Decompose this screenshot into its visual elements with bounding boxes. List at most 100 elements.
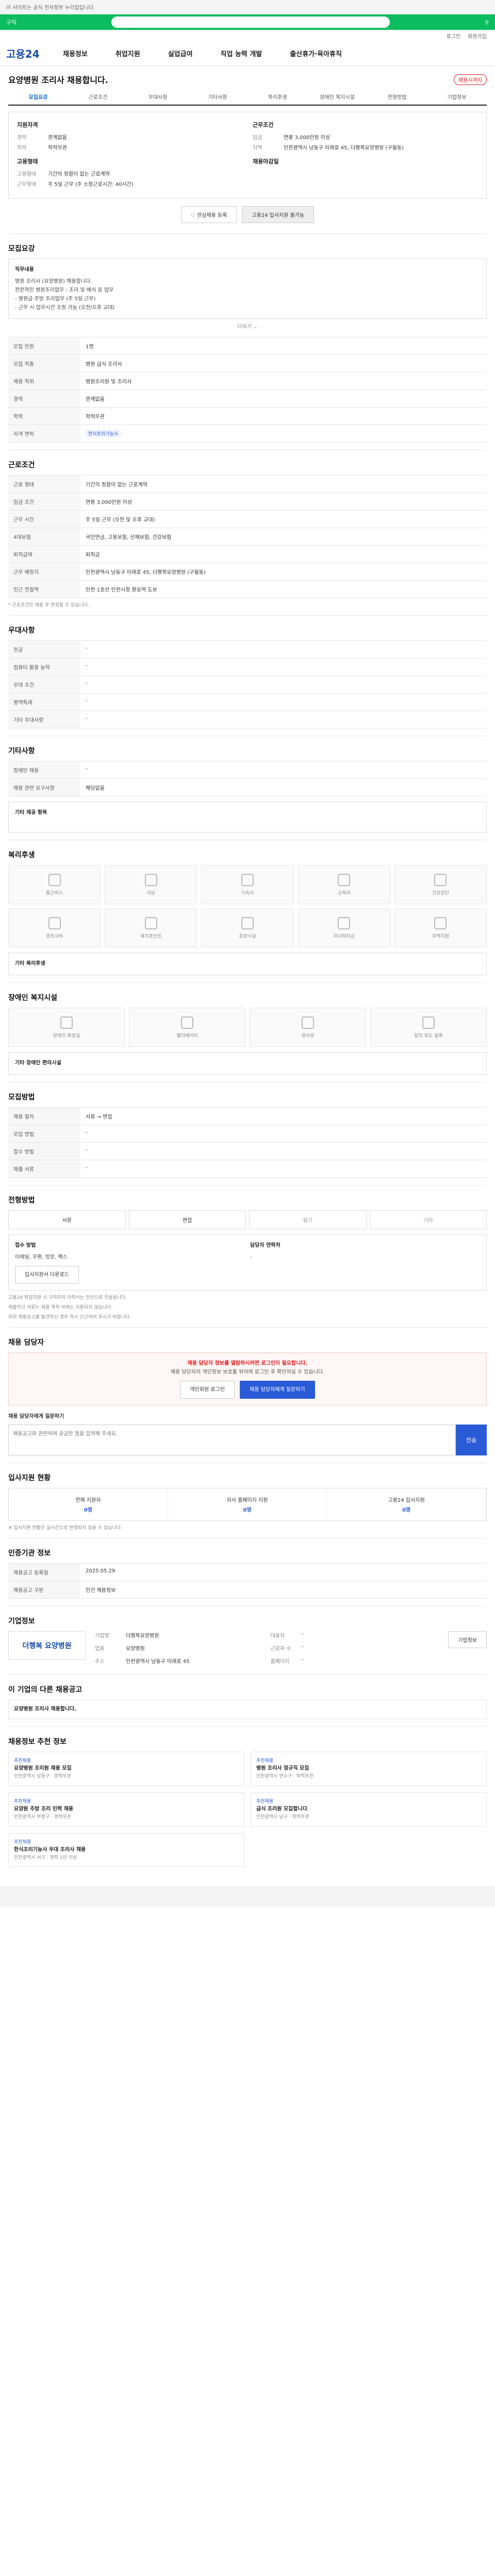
nav-item[interactable]: 취업지원 [116,48,140,58]
row-value: - [80,1142,487,1160]
gov-notice-text: 이 사이트는 공식 전자정부 누리집입니다. [6,5,95,11]
company-value: - [301,1631,304,1637]
row-value: 학력무관 [80,407,487,425]
welfare-item: 휴양시설 [201,908,294,947]
point-icon [144,917,157,929]
table-row: 장애인 채용 - [8,761,487,779]
table-row: 근무 예정지 인천광역시 남동구 미래로 45, 더행복요양병원 (구월동) [8,563,487,581]
company-info: 기업명 더행복요양병원 대표자 - 업종 요양병원 근로자 수 - 주소 인천광역시 남동… [95,1631,439,1667]
welfare-item: 복지포인트 [105,908,197,947]
table-row: 4대보험 국민연금, 고용보험, 산재보험, 건강보험 [8,528,487,546]
company-more-button[interactable]: 기업정보 [448,1631,487,1648]
company-key: 업종 [95,1646,105,1652]
row-value: 연봉 3,000만원 이상 [80,493,487,511]
table-row: 근무 시간 주 5일 근무 (오전 및 오후 교대) [8,510,487,528]
stats-box: 전체 지원자 0명 자사 홈페이지 지원 0명 고용24 입사지원 0명 [8,1488,487,1521]
site-logo[interactable]: 고용24 [6,46,63,61]
table-row: 채용 관련 요구사항 해당없음 [8,778,487,796]
section-stats: 입사지원 현황 전체 지원자 0명 자사 홈페이지 지원 0명 고용24 입사지원 0… [8,1463,487,1538]
more-button[interactable]: 더보기 ⌄ [8,322,487,330]
braille-icon [422,1016,435,1029]
selection-note: 고용24 취업지원 시 구직자의 이력서는 전산으로 전송됩니다. [8,1295,127,1300]
tab-disabled[interactable]: 장애인 복지시설 [307,89,367,105]
summary-heading: 근무조건 [253,122,274,128]
welfare-item: 자녀학자금 [298,908,390,947]
search-icon[interactable]: ⚲ [485,19,489,26]
tab-selection[interactable]: 전형방법 [367,89,427,105]
login-button[interactable]: 개인회원 로그인 [180,1381,235,1399]
alert-body: 채용 담당자의 개인정보 보호를 위하여 로그인 후 확인하실 수 있습니다. [170,1369,325,1375]
section-job-info: 인증기관 정보 채용공고 등록일 2025.05.29 채용공고 구분 민간 채용정… [8,1538,487,1606]
card-title: 요양병원 조리원 채용 모집 [14,1766,72,1772]
school-icon [338,917,351,929]
disabled-label: 점자 유도 블록 [414,1033,443,1039]
download-button[interactable]: 입사지원서 다운로드 [15,1266,79,1284]
section-heading: 근로조건 [8,461,35,469]
disabled-item: 점자 유도 블록 [370,1008,487,1047]
list-item[interactable]: 추천채용 요양병원 조리원 채용 모집 인천광역시 남동구 · 경력무관 [8,1752,244,1786]
card-meta: 인천광역시 남구 · 학력무관 [256,1815,309,1820]
welfare-label: 교육비 [337,890,351,896]
tab-company[interactable]: 기업정보 [427,89,487,105]
company-logo: 더행복 요양병원 [8,1631,86,1660]
welfare-label: 기숙사 [241,890,254,896]
list-item[interactable]: 추천채용 요양원 주방 조리 인력 채용 인천광역시 부평구 · 경력무관 [8,1792,244,1827]
card-category: 추천채용 [14,1839,31,1845]
apply-button[interactable]: 고용24 입사지원 불가능 [242,206,315,223]
scrap-button[interactable]: ♡ 관심채용 등록 [180,206,237,223]
company-value: 더행복요양병원 [126,1633,159,1639]
nav-item[interactable]: 실업급여 [168,48,193,58]
summary-heading: 고용형태 [17,158,38,165]
section-etc: 기타사항 장애인 채용 - 채용 관련 요구사항 해당없음 기타 제공 항목 [8,736,487,840]
section-heading: 복리후생 [8,851,35,859]
stat-label: 전체 지원자 [75,1498,101,1503]
tab-welfare[interactable]: 복리후생 [248,89,307,105]
nav-item[interactable]: 직업 능력 개발 [221,48,262,58]
row-label: 경력 [8,389,80,408]
qa-send-button[interactable]: 전송 [456,1425,487,1455]
section-heading: 인증기관 정보 [8,1549,51,1557]
nav-item[interactable]: 출산휴가·육아휴직 [290,48,342,58]
welfare-extra-label: 기타 복리후생 [15,961,45,967]
summary-heading: 지원자격 [17,122,38,128]
row-value: 서류 → 면접 [80,1107,487,1125]
tab-recruit[interactable]: 모집요강 [8,89,68,105]
list-item[interactable]: 요양병원 조리사 채용합니다. [8,1700,487,1719]
join-link[interactable]: 회원가입 [468,32,487,40]
gift-icon [48,917,61,929]
section-recruit: 모집요강 직무내용 병원 조리사 (요양병원) 채용합니다. 전문적인 병원조리… [8,233,487,450]
stat-label: 고용24 입사지원 [388,1498,425,1503]
card-category: 추천채용 [14,1799,31,1804]
welfare-label: 휴양시설 [239,934,256,939]
conditions-table: 근로 형태 기간의 정함이 없는 근로계약 임금 조건 연봉 3,000만원 이상 … [8,475,487,598]
tab-conditions[interactable]: 근로조건 [68,89,128,105]
company-key: 주소 [95,1659,105,1665]
list-item[interactable]: 추천채용 급식 조리원 모집합니다 인천광역시 남구 · 학력무관 [251,1792,487,1827]
list-item[interactable]: 추천채용 한식조리기능사 우대 조리사 채용 인천광역시 서구 · 경력 1년 이상 [8,1833,244,1868]
search-input[interactable] [111,16,390,28]
nav-item[interactable]: 채용정보 [63,48,88,58]
list-item[interactable]: 추천채용 병원 조리사 정규직 모집 인천광역시 연수구 · 학력무관 [251,1752,487,1786]
tab-preference[interactable]: 우대사항 [128,89,188,105]
table-row: 퇴직급여 퇴직금 [8,545,487,563]
summary-key: 고용형태 [17,172,36,177]
selection-note: 제출하신 서류는 채용 목적 외에는 사용되지 않습니다. [8,1305,113,1310]
section-heading: 모집방법 [8,1093,35,1101]
gov-notice: 이 사이트는 공식 전자정부 누리집입니다. [0,0,495,14]
duty-line: 병원 조리사 (요양병원) 채용합니다. [15,279,92,284]
table-row: 접수 방법 - [8,1142,487,1160]
section-heading: 입사지원 현황 [8,1474,51,1482]
row-label: 모집 방법 [8,1125,80,1143]
qa-textarea[interactable] [8,1425,456,1455]
card-category: 추천채용 [256,1758,274,1764]
section-disabled: 장애인 복지시설 장애인 화장실 엘리베이터 경사로 점자 유도 블록 기타 장… [8,982,487,1082]
ask-button[interactable]: 채용 담당자에게 질문하기 [240,1381,315,1399]
more-label: 더보기 [237,324,252,330]
deadline-badge: 채용시까지 [454,74,487,85]
login-link[interactable]: 로그인 [447,32,461,40]
etc-extra-box: 기타 제공 항목 [8,802,487,833]
table-row: 병역특례 - [8,693,487,711]
section-heading: 기타사항 [8,747,35,755]
tab-etc[interactable]: 기타사항 [188,89,248,105]
welfare-item: 통근버스 [8,865,101,904]
